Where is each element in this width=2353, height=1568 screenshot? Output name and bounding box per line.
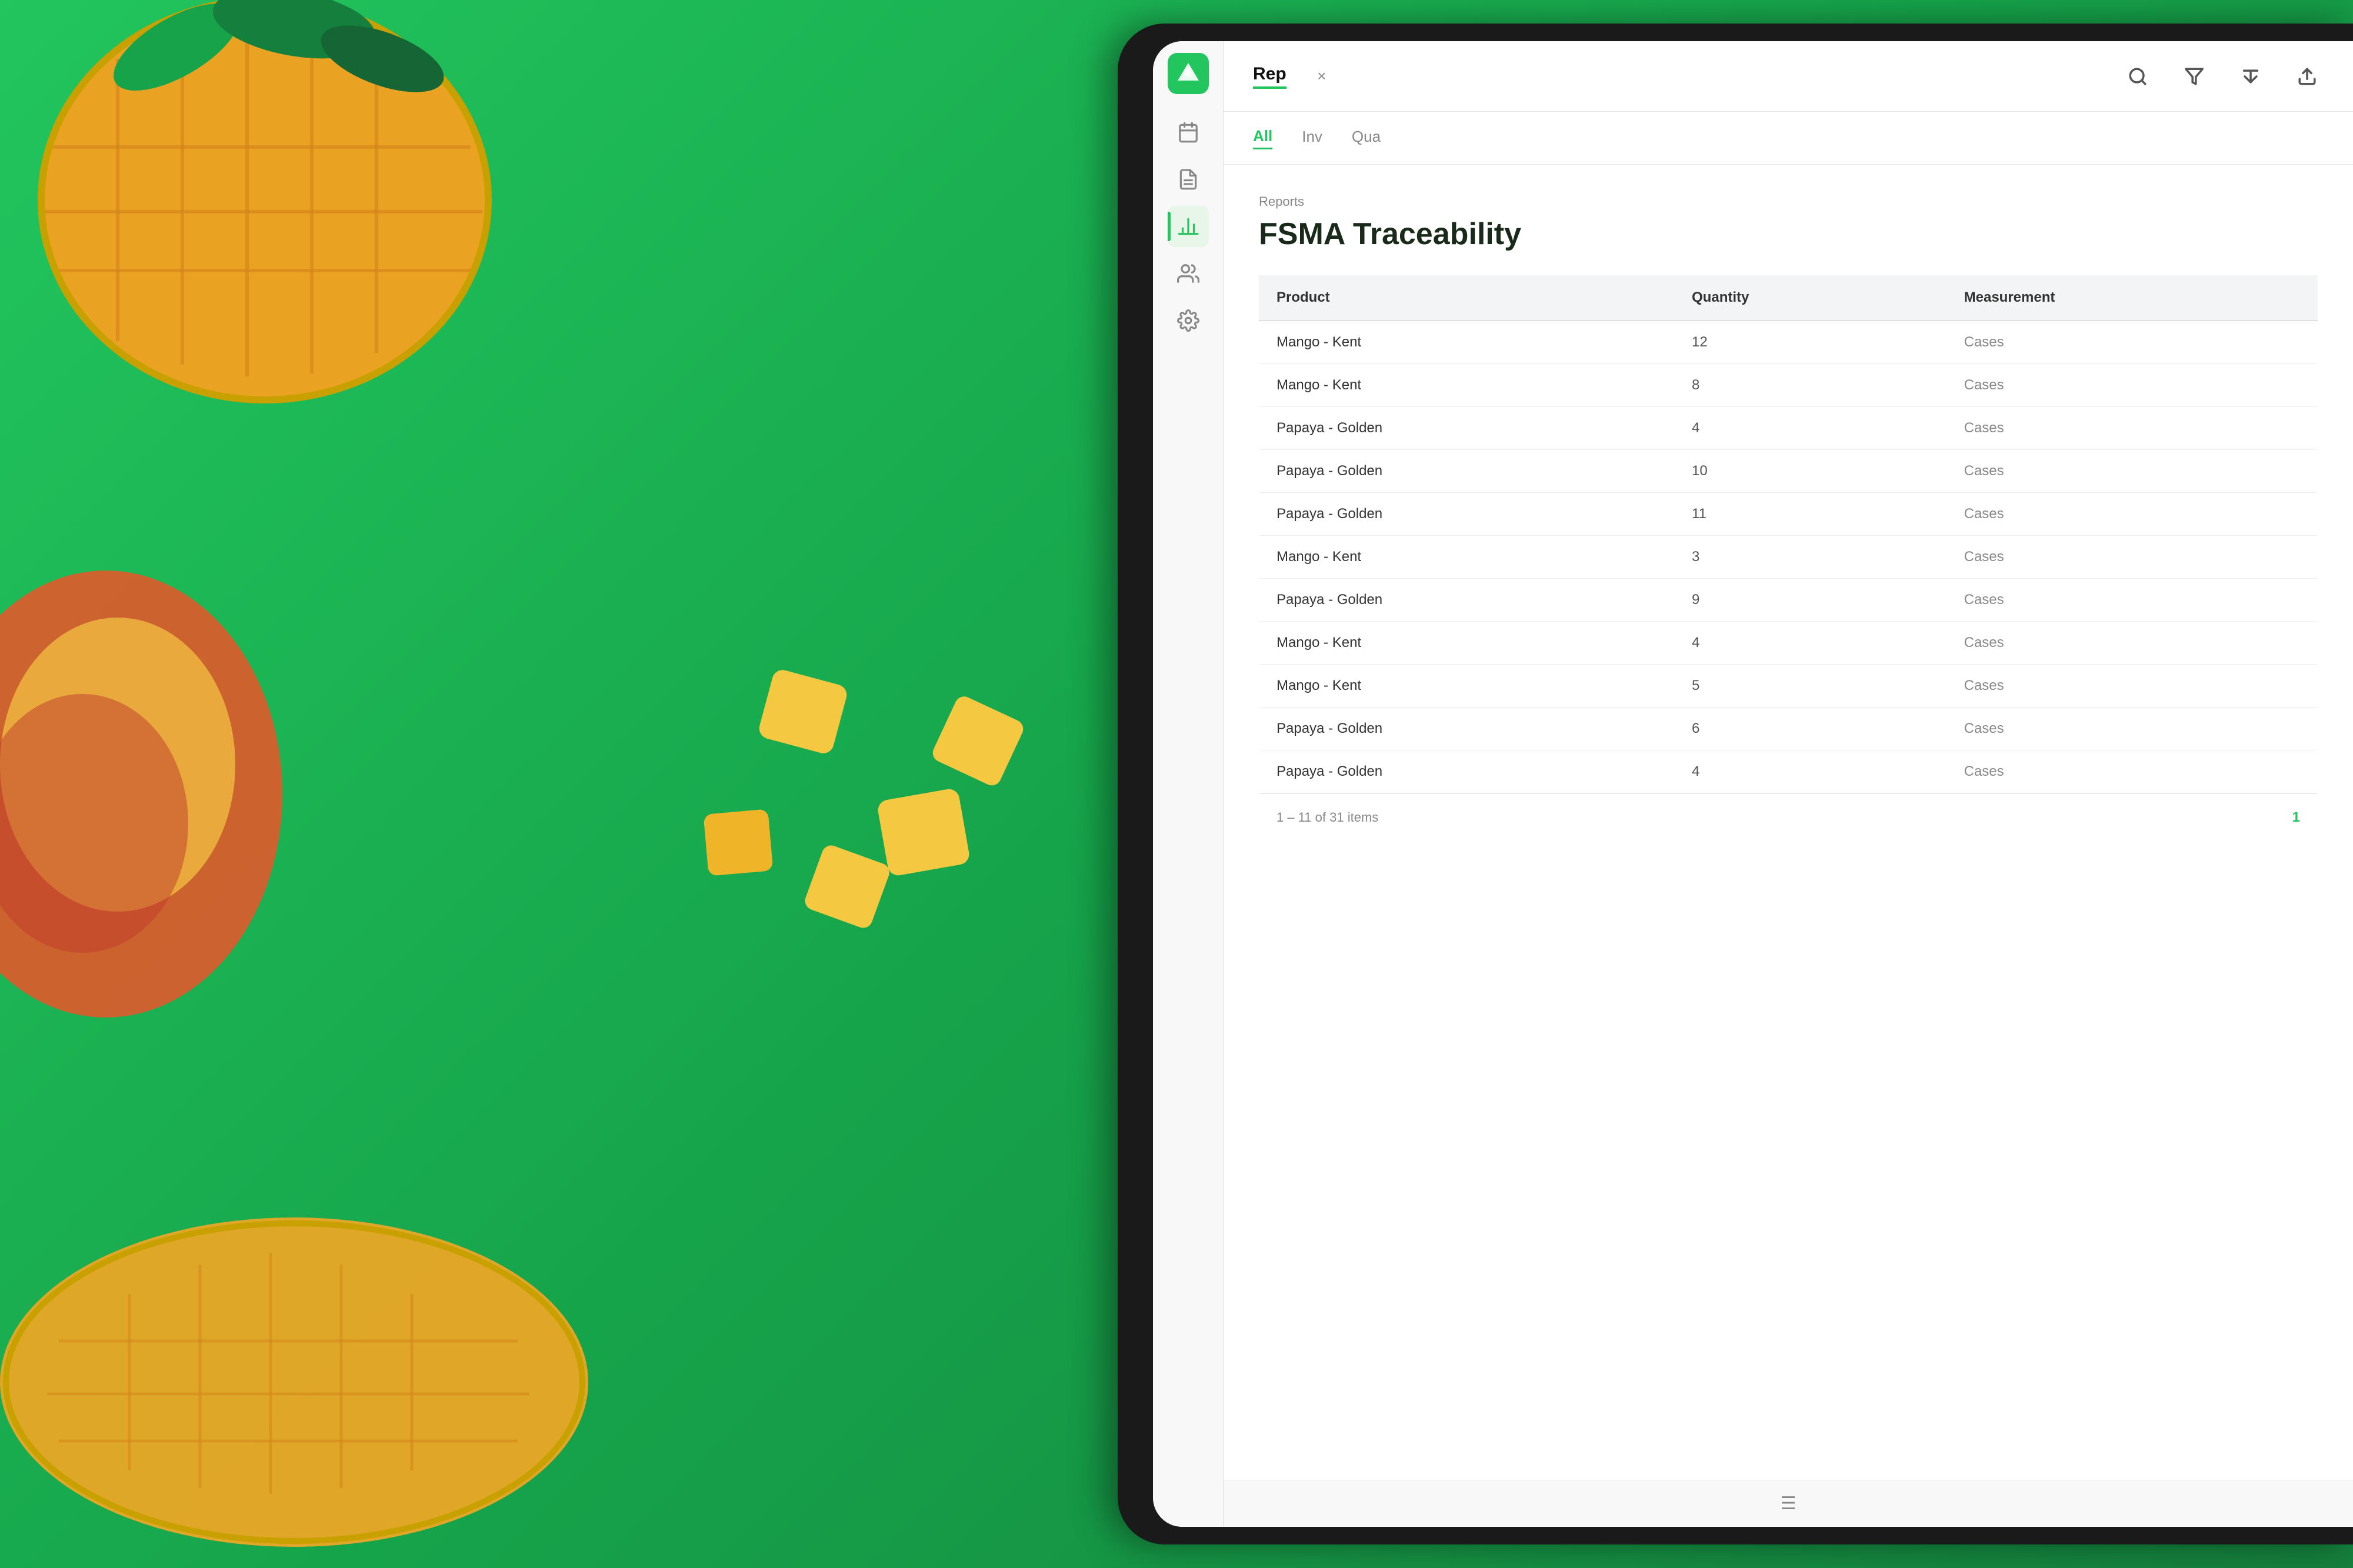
cell-product: Mango - Kent	[1259, 536, 1674, 579]
col-header-quantity: Quantity	[1674, 275, 1947, 321]
cell-product: Mango - Kent	[1259, 622, 1674, 665]
cell-measurement: Cases	[1947, 493, 2318, 536]
tablet-screen: Rep ×	[1153, 41, 2353, 1527]
table-row[interactable]: Mango - Kent4Cases	[1259, 622, 2318, 665]
sort-icon[interactable]	[2234, 60, 2267, 93]
cell-quantity: 3	[1674, 536, 1947, 579]
cell-product: Papaya - Golden	[1259, 407, 1674, 450]
cell-quantity: 5	[1674, 665, 1947, 708]
pagination-range: 1 – 11 of 31 items	[1277, 810, 1378, 825]
cell-quantity: 9	[1674, 579, 1947, 622]
sidebar-item-settings[interactable]	[1168, 300, 1209, 341]
table-row[interactable]: Papaya - Golden10Cases	[1259, 450, 2318, 493]
table-footer: 1 – 11 of 31 items 1	[1259, 793, 2318, 840]
cell-measurement: Cases	[1947, 450, 2318, 493]
cell-measurement: Cases	[1947, 579, 2318, 622]
table-row[interactable]: Mango - Kent5Cases	[1259, 665, 2318, 708]
cell-quantity: 4	[1674, 750, 1947, 793]
cell-product: Mango - Kent	[1259, 665, 1674, 708]
cell-quantity: 11	[1674, 493, 1947, 536]
table-row[interactable]: Papaya - Golden9Cases	[1259, 579, 2318, 622]
cell-product: Mango - Kent	[1259, 321, 1674, 364]
cell-quantity: 10	[1674, 450, 1947, 493]
sidebar-item-people[interactable]	[1168, 253, 1209, 294]
hamburger-menu-icon[interactable]: ☰	[1781, 1493, 1797, 1514]
cell-quantity: 6	[1674, 708, 1947, 750]
app-logo[interactable]	[1168, 53, 1209, 94]
table-row[interactable]: Papaya - Golden6Cases	[1259, 708, 2318, 750]
cell-quantity: 4	[1674, 622, 1947, 665]
active-tab[interactable]: Rep	[1253, 64, 1287, 89]
cell-quantity: 4	[1674, 407, 1947, 450]
subnav-all[interactable]: All	[1253, 127, 1272, 149]
cell-product: Papaya - Golden	[1259, 579, 1674, 622]
cell-measurement: Cases	[1947, 622, 2318, 665]
filter-icon[interactable]	[2178, 60, 2211, 93]
data-table: Product Quantity Measurement Mango - Ken…	[1259, 275, 2318, 793]
cell-measurement: Cases	[1947, 665, 2318, 708]
sidebar	[1153, 41, 1224, 1527]
cell-measurement: Cases	[1947, 750, 2318, 793]
search-icon[interactable]	[2121, 60, 2154, 93]
table-row[interactable]: Mango - Kent12Cases	[1259, 321, 2318, 364]
cell-quantity: 8	[1674, 364, 1947, 407]
cell-measurement: Cases	[1947, 364, 2318, 407]
cell-product: Papaya - Golden	[1259, 708, 1674, 750]
col-header-product: Product	[1259, 275, 1674, 321]
cell-product: Papaya - Golden	[1259, 450, 1674, 493]
cell-measurement: Cases	[1947, 536, 2318, 579]
table-row[interactable]: Mango - Kent8Cases	[1259, 364, 2318, 407]
close-tab-button[interactable]: ×	[1310, 65, 1334, 88]
topbar: Rep ×	[1224, 41, 2353, 112]
bottom-bar: ☰	[1224, 1480, 2353, 1527]
tablet-device: Rep ×	[1118, 24, 2353, 1544]
table-row[interactable]: Mango - Kent3Cases	[1259, 536, 2318, 579]
report-content: Reports FSMA Traceability Product Quanti…	[1224, 165, 2353, 1480]
cell-measurement: Cases	[1947, 407, 2318, 450]
page-title: FSMA Traceability	[1259, 216, 2318, 252]
table-row[interactable]: Papaya - Golden4Cases	[1259, 750, 2318, 793]
tablet-device-wrapper: Rep ×	[1059, 0, 2353, 1568]
cell-measurement: Cases	[1947, 321, 2318, 364]
cell-product: Papaya - Golden	[1259, 750, 1674, 793]
main-content: Rep ×	[1224, 41, 2353, 1527]
subnav-qua[interactable]: Qua	[1352, 128, 1381, 148]
sidebar-item-documents[interactable]	[1168, 159, 1209, 200]
sub-navigation: All Inv Qua	[1224, 112, 2353, 165]
sidebar-item-reports[interactable]	[1168, 206, 1209, 247]
table-header-row: Product Quantity Measurement	[1259, 275, 2318, 321]
table-row[interactable]: Papaya - Golden4Cases	[1259, 407, 2318, 450]
breadcrumb: Reports	[1259, 194, 2318, 209]
cell-product: Papaya - Golden	[1259, 493, 1674, 536]
col-header-measurement: Measurement	[1947, 275, 2318, 321]
pagination-current[interactable]: 1	[2292, 809, 2300, 826]
subnav-inv[interactable]: Inv	[1302, 128, 1322, 148]
sidebar-item-calendar[interactable]	[1168, 112, 1209, 153]
cell-product: Mango - Kent	[1259, 364, 1674, 407]
cell-measurement: Cases	[1947, 708, 2318, 750]
export-icon[interactable]	[2291, 60, 2324, 93]
table-row[interactable]: Papaya - Golden11Cases	[1259, 493, 2318, 536]
cell-quantity: 12	[1674, 321, 1947, 364]
